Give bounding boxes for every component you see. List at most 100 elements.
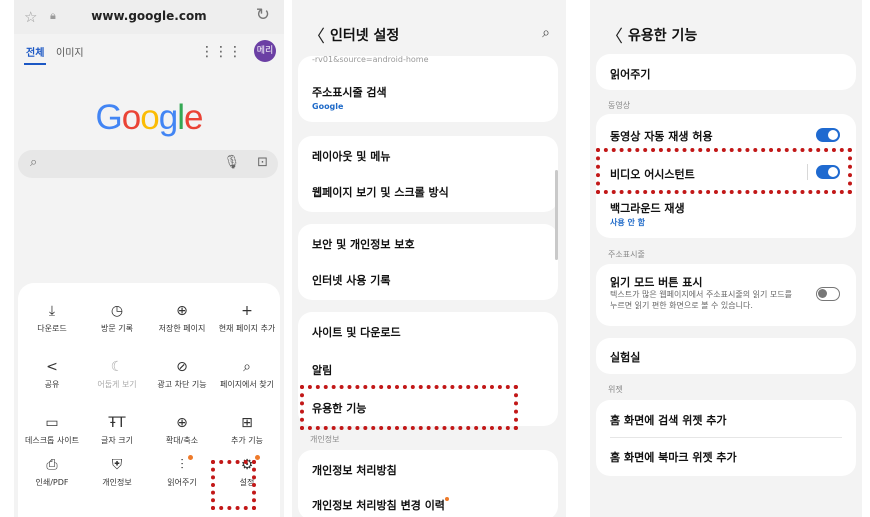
address-bar[interactable]: ☆ 🔒︎ www.google.com ↻ <box>14 0 284 34</box>
highlight-settings <box>211 460 256 510</box>
reader-mode-description: 텍스트가 많은 웹페이지에서 주소표시줄의 읽기 모드를 누르면 읽기 편한 화… <box>610 290 792 310</box>
download-icon: ⤓ <box>48 303 56 319</box>
menu-item-share[interactable]: < 공유 <box>20 357 84 390</box>
read-aloud[interactable]: 읽어주기 <box>610 66 650 82</box>
text-size-icon: ŦT <box>108 415 126 431</box>
privacy-section-label: 개인정보 <box>310 435 340 444</box>
page-title: 인터넷 설정 <box>330 28 400 44</box>
toggle-knob <box>828 130 838 140</box>
privacy-icon: ⛨ <box>111 457 123 473</box>
menu-item-label: 글자 크기 <box>101 436 133 445</box>
menu-item-plus[interactable]: + 현재 페이지 추가 <box>215 301 279 334</box>
menu-item-label: 인쇄/PDF <box>35 478 69 487</box>
print-icon: ⎙ <box>46 457 58 473</box>
add-feature-icon: ⊞ <box>241 415 253 431</box>
tab-images[interactable]: 이미지 <box>56 44 84 59</box>
share-icon: < <box>46 359 58 375</box>
highlight-useful-features <box>300 385 518 430</box>
page-view-scroll[interactable]: 웹페이지 보기 및 스크롤 방식 <box>312 184 449 200</box>
menu-item-find-in-page[interactable]: ⌕ 페이지에서 찾기 <box>215 357 279 390</box>
reload-icon[interactable]: ↻ <box>256 5 270 25</box>
security-privacy[interactable]: 보안 및 개인정보 보호 <box>312 236 415 252</box>
menu-item-label: 광고 차단 기능 <box>157 380 207 389</box>
back-icon[interactable]: 〈 <box>606 22 623 47</box>
logo-letter: e <box>183 98 203 137</box>
menu-item-label: 방문 기록 <box>101 324 133 333</box>
header: 〈 유용한 기능 <box>590 20 862 50</box>
read-aloud-icon: ⫶ <box>180 457 184 473</box>
menu-item-label: 데스크톱 사이트 <box>24 436 80 445</box>
logo-letter: G <box>95 98 123 137</box>
logo-letter: o <box>140 98 159 137</box>
lens-icon[interactable]: ⊡ <box>257 155 268 170</box>
notifications[interactable]: 알림 <box>312 362 332 378</box>
divider <box>610 437 842 438</box>
url-text[interactable]: www.google.com <box>14 9 284 23</box>
menu-item-block[interactable]: ⊘ 광고 차단 기능 <box>150 357 214 390</box>
logo-letter: g <box>158 98 178 137</box>
widget-section-label: 위젯 <box>608 385 623 394</box>
menu-item-label: 개인정보 <box>102 478 132 487</box>
menu-item-print[interactable]: ⎙ 인쇄/PDF <box>20 455 84 488</box>
partial-text: -rv01&source=android-home <box>312 55 429 64</box>
scrollbar[interactable] <box>555 170 558 260</box>
internet-settings-panel: 〈 인터넷 설정 ⌕ -rv01&source=android-home 주소표… <box>292 0 566 517</box>
page-title: 유용한 기능 <box>628 28 698 44</box>
video-autoplay-toggle[interactable] <box>816 128 840 142</box>
menu-item-label: 저장한 페이지 <box>158 324 206 333</box>
sites-downloads[interactable]: 사이트 및 다운로드 <box>312 324 401 340</box>
find-in-page-icon: ⌕ <box>243 359 251 375</box>
zoom-icon: ⊕ <box>176 415 188 431</box>
security-card: 보안 및 개인정보 보호 인터넷 사용 기록 <box>298 224 558 300</box>
background-play[interactable]: 백그라운드 재생 <box>610 200 685 216</box>
add-search-widget[interactable]: 홈 화면에 검색 위젯 추가 <box>610 412 727 428</box>
menu-item-download[interactable]: ⤓ 다운로드 <box>20 301 84 334</box>
mic-icon[interactable]: 🎙︎ <box>223 155 240 170</box>
labs[interactable]: 실험실 <box>610 349 640 365</box>
reader-mode-card: 읽기 모드 버튼 표시 텍스트가 많은 웹페이지에서 주소표시줄의 읽기 모드를… <box>596 264 856 326</box>
moon-icon: ☾ <box>110 359 124 375</box>
internet-history[interactable]: 인터넷 사용 기록 <box>312 272 391 288</box>
video-section-label: 동영상 <box>608 101 631 110</box>
tab-all[interactable]: 전체 <box>26 44 44 59</box>
menu-item-add-feature[interactable]: ⊞ 추가 기능 <box>215 413 279 446</box>
address-bar-search-value: Google <box>312 102 344 111</box>
globe-icon: ⊕ <box>176 303 188 319</box>
menu-item-label: 어둡게 보기 <box>97 380 137 389</box>
menu-item-globe[interactable]: ⊕ 저장한 페이지 <box>150 301 214 334</box>
plus-icon: + <box>241 303 253 319</box>
menu-item-text-size[interactable]: ŦT 글자 크기 <box>85 413 149 446</box>
useful-features-panel: 〈 유용한 기능 읽어주기 동영상 동영상 자동 재생 허용 비디오 어시스턴트… <box>590 0 862 517</box>
google-logo: Google <box>14 98 284 138</box>
privacy-card: 개인정보 처리방침 개인정보 처리방침 변경 이력 <box>298 450 558 517</box>
menu-item-zoom[interactable]: ⊕ 확대/축소 <box>150 413 214 446</box>
address-bar-search[interactable]: 주소표시줄 검색 <box>312 84 387 100</box>
address-search-card: -rv01&source=android-home 주소표시줄 검색 Googl… <box>298 55 558 122</box>
labs-card: 실험실 <box>596 338 856 374</box>
menu-item-read-aloud[interactable]: ⫶ 읽어주기 <box>150 455 214 488</box>
privacy-policy-changes[interactable]: 개인정보 처리방침 변경 이력 <box>312 497 449 513</box>
menu-item-moon[interactable]: ☾ 어둡게 보기 <box>85 357 149 390</box>
highlight-video-assistant <box>596 148 852 194</box>
privacy-policy[interactable]: 개인정보 처리방침 <box>312 462 397 478</box>
logo-letter: o <box>121 98 141 137</box>
apps-grid-icon[interactable]: ⋮⋮⋮ <box>200 44 242 60</box>
video-autoplay[interactable]: 동영상 자동 재생 허용 <box>610 128 713 144</box>
avatar[interactable]: 메리 <box>254 40 276 62</box>
add-bookmark-widget[interactable]: 홈 화면에 북마크 위젯 추가 <box>610 449 737 465</box>
widget-card: 홈 화면에 검색 위젯 추가 홈 화면에 북마크 위젯 추가 <box>596 400 856 476</box>
reader-mode-toggle[interactable] <box>816 287 840 301</box>
search-icon[interactable]: ⌕ <box>542 25 550 41</box>
layout-menu[interactable]: 레이아웃 및 메뉴 <box>312 148 391 164</box>
menu-item-history[interactable]: ◷ 방문 기록 <box>85 301 149 334</box>
header: 〈 인터넷 설정 ⌕ <box>292 20 566 50</box>
menu-item-desktop[interactable]: ▭ 데스크톱 사이트 <box>20 413 84 446</box>
reader-mode-button[interactable]: 읽기 모드 버튼 표시 <box>610 274 702 290</box>
search-input[interactable]: ⌕ 🎙︎ ⊡ <box>18 150 278 178</box>
menu-item-label: 읽어주기 <box>167 478 197 487</box>
menu-item-label: 확대/축소 <box>165 436 199 445</box>
back-icon[interactable]: 〈 <box>308 22 325 47</box>
menu-item-privacy[interactable]: ⛨ 개인정보 <box>85 455 149 488</box>
new-dot-icon <box>444 497 449 501</box>
read-aloud-card: 읽어주기 <box>596 54 856 90</box>
